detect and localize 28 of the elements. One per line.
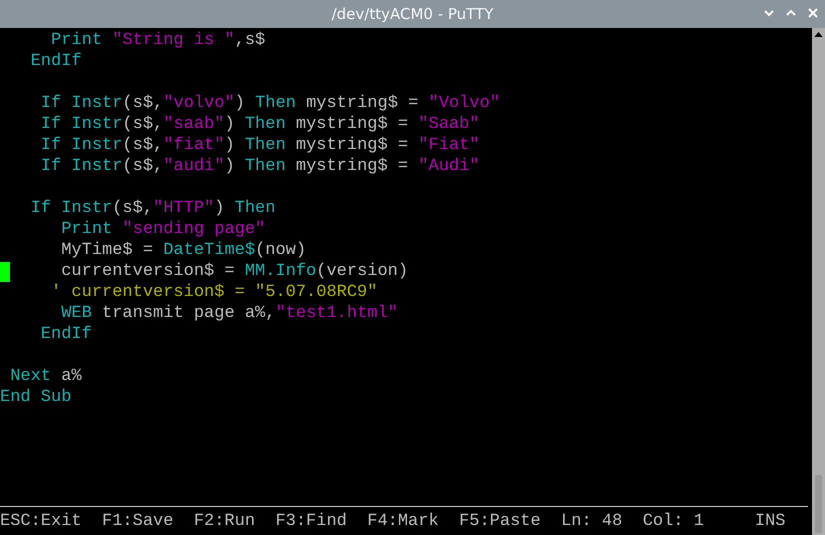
scrollbar[interactable] xyxy=(812,28,825,535)
code-line: MyTime$ = DateTime$(now) xyxy=(60,241,306,260)
status-item: F1:Save xyxy=(102,511,174,532)
status-item: INS xyxy=(754,511,786,532)
code-line: If Instr(s$,"audi") Then mystring$ = "Audi" xyxy=(40,157,480,176)
status-item: F3:Find xyxy=(275,511,347,532)
scroll-up-icon[interactable] xyxy=(814,32,823,37)
status-item: F4:Mark xyxy=(367,511,439,532)
code-line: EndIf xyxy=(40,325,92,344)
code-line: If Instr(s$,"saab") Then mystring$ = "Saab" xyxy=(40,115,480,134)
code-line: If Instr(s$,"HTTP") Then xyxy=(30,199,276,218)
code-line: Print "sending page" xyxy=(60,220,266,239)
status-item: F5:Paste xyxy=(459,511,541,532)
code-line: EndIf xyxy=(30,52,82,71)
code-line: If Instr(s$,"volvo") Then mystring$ = "Volvo" xyxy=(40,94,500,113)
code-line: If Instr(s$,"fiat") Then mystring$ = "Fiat" xyxy=(40,136,480,155)
window-title: /dev/ttyACM0 - PuTTY xyxy=(332,5,494,23)
close-icon[interactable] xyxy=(807,7,819,19)
status-item: F2:Run xyxy=(194,511,256,532)
code-line: ' currentversion$ = "5.07.08RC9" xyxy=(50,283,378,302)
status-item: Col: 1 xyxy=(642,511,704,532)
code-line: Print "String is ",s$ xyxy=(50,31,266,50)
code-line: WEB transmit page a%,"test1.html" xyxy=(60,304,398,323)
code-line: End Sub xyxy=(0,388,72,407)
code-line: currentversion$ = MM.Info(version) xyxy=(60,262,408,281)
code-line: Next a% xyxy=(9,367,82,386)
status-item: Ln: 48 xyxy=(561,511,622,532)
status-item: ESC:Exit xyxy=(0,511,82,532)
